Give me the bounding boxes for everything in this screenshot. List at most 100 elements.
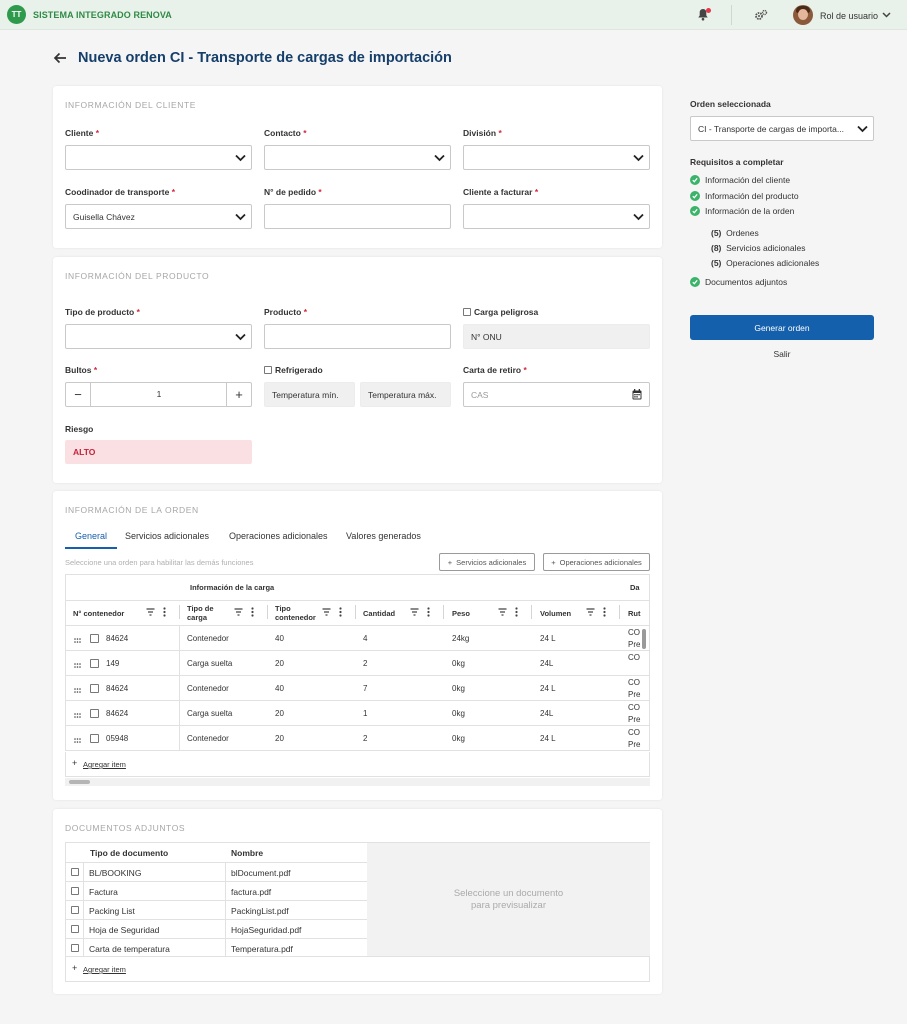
column-menu-icon[interactable] xyxy=(515,607,518,619)
grid-horizontal-scrollbar[interactable] xyxy=(69,780,90,784)
col-tipo-carga[interactable]: Tipo de carga xyxy=(187,604,214,622)
table-row[interactable]: 84624 Contenedor 40 4 24kg 24 L CO Pre xyxy=(66,626,649,651)
cargo-grid: Información de la carga Da N° contenedor… xyxy=(65,574,650,751)
row-checkbox[interactable] xyxy=(90,634,99,643)
documents-add-item-row: + Agregar item xyxy=(65,957,650,982)
col-cantidad[interactable]: Cantidad xyxy=(363,609,395,618)
document-checkbox[interactable] xyxy=(71,868,79,876)
list-item[interactable]: Carta de temperatura Temperatura.pdf xyxy=(66,939,367,958)
division-select[interactable] xyxy=(463,145,650,170)
row-checkbox[interactable] xyxy=(90,659,99,668)
col-peso[interactable]: Peso xyxy=(452,609,470,618)
column-filter-icon[interactable] xyxy=(322,608,331,618)
calendar-icon[interactable] xyxy=(632,389,642,402)
column-filter-icon[interactable] xyxy=(410,608,419,618)
cell-peso: 24kg xyxy=(452,634,470,643)
bultos-increment-button[interactable]: + xyxy=(226,383,251,406)
grid-add-item-link[interactable]: Agregar item xyxy=(83,760,126,769)
cliente-select[interactable] xyxy=(65,145,252,170)
pedido-input[interactable] xyxy=(264,204,451,229)
onu-input: N° ONU xyxy=(463,324,650,349)
drag-handle-icon[interactable] xyxy=(74,710,81,718)
list-item[interactable]: Hoja de Seguridad HojaSeguridad.pdf xyxy=(66,920,367,939)
document-checkbox[interactable] xyxy=(71,887,79,895)
list-item[interactable]: Packing List PackingList.pdf xyxy=(66,901,367,920)
salir-link[interactable]: Salir xyxy=(690,349,874,359)
col-tipo-contenedor[interactable]: Tipo contenedor xyxy=(275,604,316,622)
grid-vertical-scrollbar[interactable] xyxy=(642,629,646,649)
carga-peligrosa-checkbox[interactable] xyxy=(463,308,471,316)
table-row[interactable]: 84624 Contenedor 40 7 0kg 24 L CO Pre xyxy=(66,676,649,701)
drag-handle-icon[interactable] xyxy=(74,735,81,743)
list-item[interactable]: Factura factura.pdf xyxy=(66,882,367,901)
document-type: BL/BOOKING xyxy=(89,868,142,878)
cell-contenedor: 149 xyxy=(106,659,120,668)
column-filter-icon[interactable] xyxy=(146,608,155,618)
document-checkbox[interactable] xyxy=(71,925,79,933)
app-logo[interactable]: TT xyxy=(7,5,26,24)
refrigerado-checkbox[interactable] xyxy=(264,366,272,374)
settings-gears-icon[interactable] xyxy=(754,9,768,21)
cell-ruta: CO xyxy=(628,703,640,712)
tipo-producto-select[interactable] xyxy=(65,324,252,349)
column-filter-icon[interactable] xyxy=(234,608,243,618)
document-type: Hoja de Seguridad xyxy=(89,925,160,935)
user-menu-chevron-down-icon[interactable] xyxy=(882,11,891,19)
row-checkbox[interactable] xyxy=(90,684,99,693)
bultos-value[interactable]: 1 xyxy=(91,389,227,399)
column-menu-icon[interactable] xyxy=(427,607,430,619)
user-avatar[interactable] xyxy=(793,5,813,25)
user-role[interactable]: Rol de usuario xyxy=(820,11,878,21)
operaciones-adicionales-button[interactable]: + Operaciones adicionales xyxy=(543,553,650,571)
contacto-select[interactable] xyxy=(264,145,451,170)
facturar-select[interactable] xyxy=(463,204,650,229)
requisito-orden: Información de la orden xyxy=(690,206,794,216)
preview-hint: Seleccione un documento para previsualiza… xyxy=(453,888,564,911)
drag-handle-icon[interactable] xyxy=(74,660,81,668)
client-section-title: INFORMACIÓN DEL CLIENTE xyxy=(65,100,197,110)
document-checkbox[interactable] xyxy=(71,906,79,914)
documents-add-item-link[interactable]: Agregar item xyxy=(83,965,126,974)
list-item[interactable]: BL/BOOKING blDocument.pdf xyxy=(66,863,367,882)
cell-contenedor: 84624 xyxy=(106,709,129,718)
tab-valores-generados[interactable]: Valores generados xyxy=(346,531,421,541)
column-filter-icon[interactable] xyxy=(586,608,595,618)
topbar-divider xyxy=(731,5,732,25)
column-menu-icon[interactable] xyxy=(603,607,606,619)
carga-peligrosa-checkbox-row[interactable]: Carga peligrosa xyxy=(463,307,538,317)
producto-input[interactable] xyxy=(264,324,451,349)
carta-retiro-date-input[interactable]: CAS xyxy=(463,382,650,407)
col-contenedor[interactable]: N° contenedor xyxy=(73,609,124,618)
column-menu-icon[interactable] xyxy=(251,607,254,619)
back-arrow-icon[interactable] xyxy=(53,51,67,65)
coordinador-select[interactable]: Guisella Chávez xyxy=(65,204,252,229)
table-row[interactable]: 84624 Carga suelta 20 1 0kg 24L CO Pre xyxy=(66,701,649,726)
col-ruta[interactable]: Rut xyxy=(628,609,641,618)
col-volumen[interactable]: Volumen xyxy=(540,609,571,618)
notifications-bell-icon[interactable] xyxy=(697,8,711,21)
bultos-decrement-button[interactable]: − xyxy=(66,383,91,406)
bultos-stepper[interactable]: − 1 + xyxy=(65,382,252,407)
drag-handle-icon[interactable] xyxy=(74,685,81,693)
tab-operaciones-adicionales[interactable]: Operaciones adicionales xyxy=(229,531,328,541)
orden-select[interactable]: CI - Transporte de cargas de importa... xyxy=(690,116,874,141)
refrigerado-checkbox-row[interactable]: Refrigerado xyxy=(264,365,323,375)
row-checkbox[interactable] xyxy=(90,709,99,718)
column-filter-icon[interactable] xyxy=(498,608,507,618)
table-row[interactable]: 05948 Contenedor 20 2 0kg 24 L CO Pre xyxy=(66,726,649,750)
cell-tipo-contenedor: 20 xyxy=(275,709,284,718)
cell-ruta-2: Pre xyxy=(628,740,641,749)
chevron-down-icon xyxy=(235,333,246,343)
document-checkbox[interactable] xyxy=(71,944,79,952)
requisito-subitem: (5) Operaciones adicionales xyxy=(711,258,820,268)
chevron-down-icon xyxy=(633,154,644,164)
column-menu-icon[interactable] xyxy=(163,607,166,619)
table-row[interactable]: 149 Carga suelta 20 2 0kg 24L CO xyxy=(66,651,649,676)
generar-orden-button[interactable]: Generar orden xyxy=(690,315,874,340)
tab-servicios-adicionales[interactable]: Servicios adicionales xyxy=(125,531,209,541)
column-menu-icon[interactable] xyxy=(339,607,342,619)
row-checkbox[interactable] xyxy=(90,734,99,743)
tab-general[interactable]: General xyxy=(75,531,107,541)
servicios-adicionales-button[interactable]: + Servicios adicionales xyxy=(439,553,535,571)
drag-handle-icon[interactable] xyxy=(74,635,81,643)
